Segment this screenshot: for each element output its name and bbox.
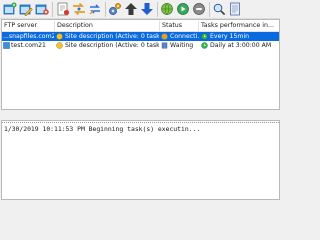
column-header-status[interactable]: Status: [160, 20, 198, 32]
log-panel: 1/30/2019 10:11:53 PM Beginning task(s) …: [1, 120, 280, 200]
column-header-description[interactable]: Description: [55, 20, 159, 32]
site-description-icon: [56, 33, 63, 40]
delete-site-icon[interactable]: [35, 2, 49, 16]
add-site-icon[interactable]: [3, 2, 17, 16]
table-row[interactable]: test.com21 Site description (Active: 0 t…: [2, 41, 279, 50]
toolbar-separator: [209, 2, 210, 17]
connecting-status-icon: [161, 33, 168, 40]
toolbar-separator: [157, 2, 158, 17]
gear-icon[interactable]: [108, 2, 122, 16]
panel-splitter[interactable]: [0, 110, 280, 115]
clock-icon: [201, 42, 208, 49]
list-header: FTP server Description Status Tasks perf…: [2, 20, 279, 32]
toolbar-separator: [105, 2, 106, 17]
site-list: FTP server Description Status Tasks perf…: [1, 19, 280, 110]
toolbar-separator: [52, 2, 53, 17]
table-row[interactable]: ...snapfiles.com21 Site description (Act…: [2, 32, 279, 41]
toolbar: [0, 0, 280, 19]
transfer-icon[interactable]: [72, 2, 86, 16]
server-icon: [3, 42, 10, 49]
edit-site-icon[interactable]: [19, 2, 33, 16]
move-up-icon[interactable]: [124, 2, 138, 16]
globe-icon[interactable]: [160, 2, 174, 16]
search-icon[interactable]: [212, 2, 226, 16]
log-line: 1/30/2019 10:11:53 PM Beginning task(s) …: [4, 125, 201, 133]
row-server: test.com21: [11, 42, 46, 49]
log-divider: [2, 121, 279, 123]
row-description: Site description (Active: 0 task(s), Pa.…: [65, 33, 159, 40]
row-status: Connecti...: [170, 33, 199, 40]
start-icon[interactable]: [176, 2, 190, 16]
stop-icon[interactable]: [192, 2, 206, 16]
clock-icon: [201, 33, 208, 40]
row-description: Site description (Active: 0 task(s), Pa.…: [65, 42, 159, 49]
waiting-status-icon: [161, 42, 168, 49]
row-schedule: Every 15min: [210, 33, 250, 40]
add-task-icon[interactable]: [56, 2, 70, 16]
row-server: ...snapfiles.com21: [3, 33, 54, 40]
column-header-ftp-server[interactable]: FTP server: [2, 20, 54, 32]
site-description-icon: [56, 42, 63, 49]
log-icon[interactable]: [228, 2, 242, 16]
row-status: Waiting: [170, 42, 194, 49]
sync-icon[interactable]: [88, 2, 102, 16]
move-down-icon[interactable]: [140, 2, 154, 16]
row-schedule: Daily at 3:00:00 AM: [210, 42, 272, 49]
column-header-tasks-performance[interactable]: Tasks performance in...: [199, 20, 279, 32]
